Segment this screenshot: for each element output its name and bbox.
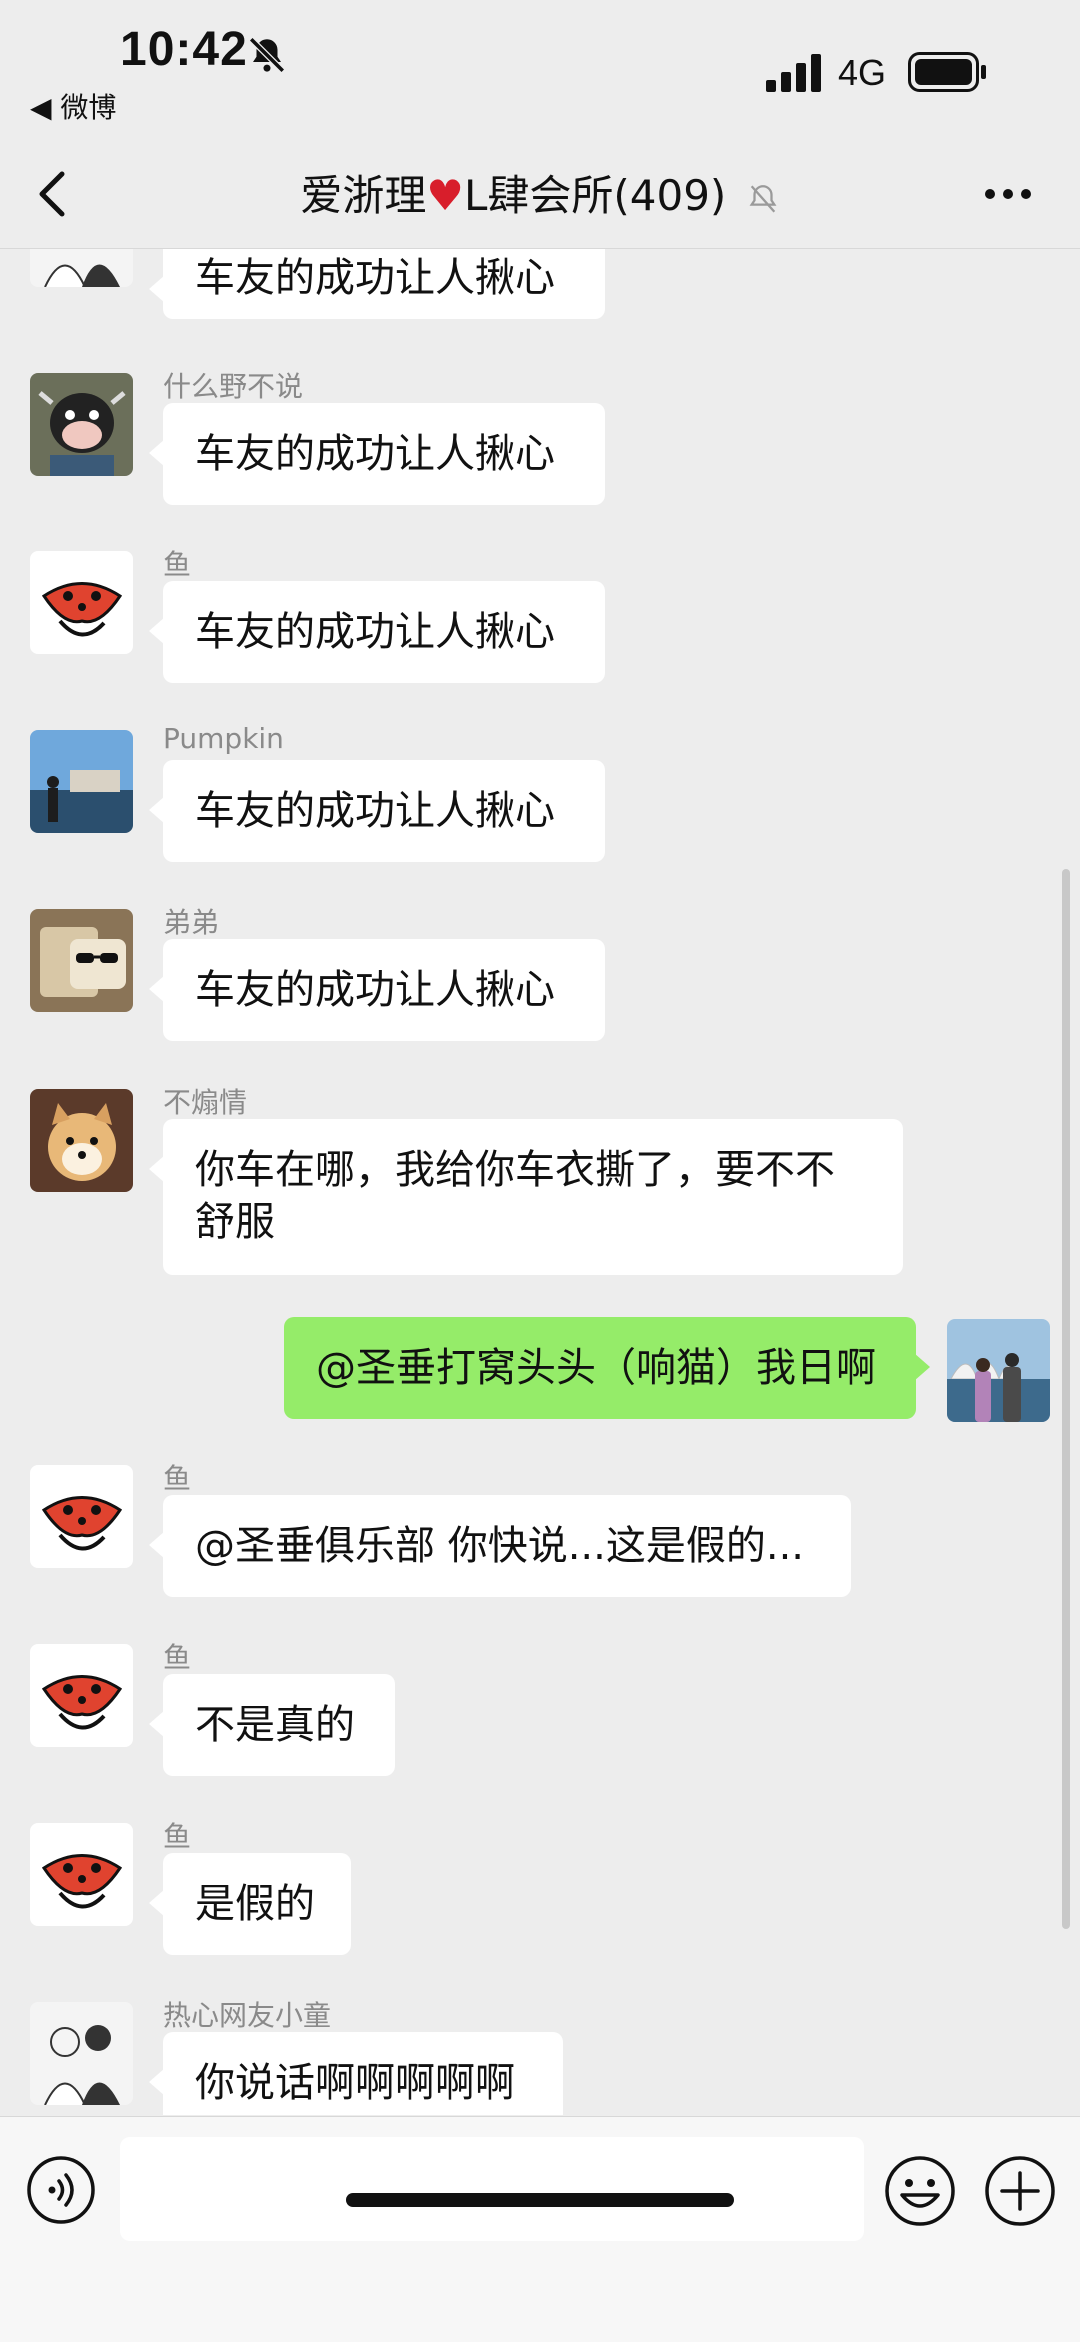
sender-name: 什么野不说 (163, 370, 304, 403)
network-type: 4G (838, 52, 887, 93)
sender-name: 鱼 (163, 1820, 192, 1853)
home-indicator[interactable] (346, 2193, 734, 2207)
shiba-avatar[interactable] (30, 1089, 133, 1192)
message-bubble[interactable]: @圣垂俱乐部 你快说...这是假的... (149, 1495, 851, 1597)
chat-title-prefix: 爱浙理 (300, 171, 427, 220)
message-bubble[interactable]: 你说话啊啊啊啊啊 (149, 2032, 563, 2115)
sunglasses-cat-avatar[interactable] (30, 909, 133, 1012)
message-list[interactable]: 车友的成功让人揪心 什么野不说 车友的成功让人揪心 鱼 车友的成功让人揪心 Pu… (0, 249, 1080, 2115)
back-to-app-link[interactable]: ◀ 微博 (30, 86, 116, 126)
harbor-photo-avatar[interactable] (30, 730, 133, 833)
sender-name: 鱼 (163, 1462, 192, 1495)
chat-scrollbar[interactable] (1062, 869, 1070, 1929)
red-mask-avatar[interactable] (30, 551, 133, 654)
red-mask-avatar[interactable] (30, 1465, 133, 1568)
voice-input-icon[interactable] (26, 2155, 96, 2225)
battery-icon (908, 52, 986, 92)
message-bubble[interactable]: 车友的成功让人揪心 (149, 760, 605, 862)
status-time: 10:42 (120, 23, 248, 76)
message-bubble[interactable]: 车友的成功让人揪心 (149, 403, 605, 505)
status-bar: 10:42 ◀ 微博 4G (0, 0, 1080, 140)
mute-bell-icon (749, 184, 777, 213)
chat-header: 爱浙理♥L肆会所(409) (0, 140, 1080, 249)
message-bubble[interactable]: 不是真的 (149, 1674, 395, 1776)
heart-icon: ♥ (426, 171, 464, 220)
input-bar (0, 2116, 1080, 2342)
opera-house-avatar[interactable] (947, 1319, 1050, 1422)
red-mask-avatar[interactable] (30, 1644, 133, 1747)
couple-sketch-avatar[interactable] (30, 2002, 133, 2105)
cow-avatar[interactable] (30, 373, 133, 476)
sender-name: 不煽情 (163, 1086, 248, 1119)
sender-name: 弟弟 (163, 906, 220, 939)
sender-name: 热心网友小童 (163, 1999, 332, 2032)
message-bubble-own[interactable]: @圣垂打窝头头（响猫）我日啊 (284, 1317, 930, 1419)
more-options-icon[interactable] (980, 174, 1036, 214)
chat-title-suffix: L肆会所(409) (463, 171, 727, 220)
message-bubble[interactable]: 车友的成功让人揪心 (149, 939, 605, 1041)
signal-icon (766, 54, 821, 92)
sender-name: 鱼 (163, 1641, 192, 1674)
plus-icon[interactable] (984, 2155, 1056, 2227)
emoji-icon[interactable] (884, 2155, 956, 2227)
sender-name: Pumpkin (163, 722, 284, 755)
couple-sketch-avatar[interactable] (30, 249, 133, 287)
message-bubble[interactable]: 是假的 (149, 1853, 351, 1955)
message-input[interactable] (120, 2137, 864, 2241)
bell-off-icon (249, 37, 285, 73)
chat-title: 爱浙理♥L肆会所(409) (0, 162, 1080, 223)
red-mask-avatar[interactable] (30, 1823, 133, 1926)
message-bubble[interactable]: 车友的成功让人揪心 (149, 249, 605, 319)
sender-name: 鱼 (163, 548, 192, 581)
message-bubble[interactable]: 你车在哪，我给你车衣撕了，要不不舒服 (149, 1119, 903, 1275)
message-bubble[interactable]: 车友的成功让人揪心 (149, 581, 605, 683)
